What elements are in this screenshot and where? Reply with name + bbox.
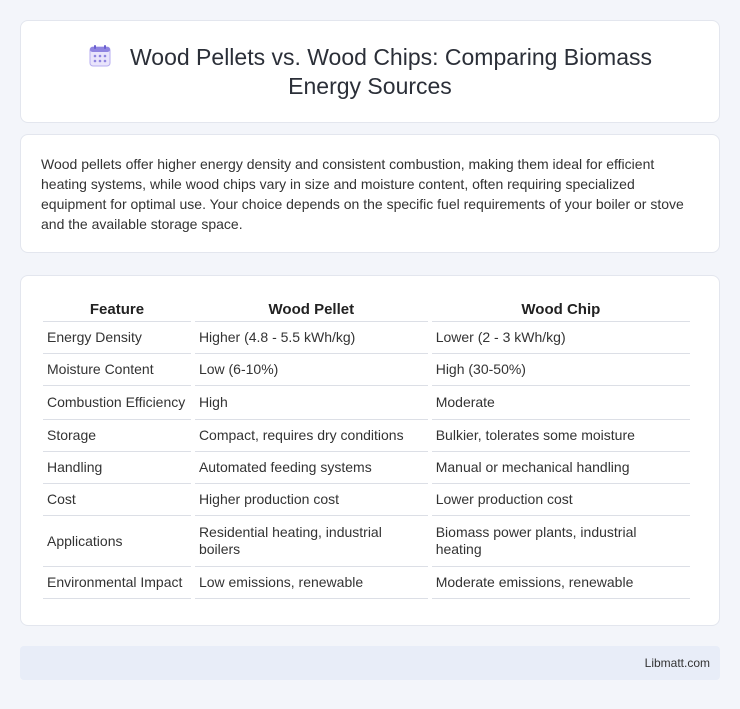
header-feature: Feature (43, 298, 191, 322)
header-wood-pellet: Wood Pellet (194, 298, 428, 322)
cell-feature: Storage (43, 420, 191, 452)
table-row: Applications Residential heating, indust… (43, 516, 690, 567)
calendar-icon (89, 44, 111, 66)
cell-wood-chip: High (30-50%) (431, 354, 690, 386)
page-title-text: Wood Pellets vs. Wood Chips: Comparing B… (130, 43, 652, 99)
cell-feature: Combustion Efficiency (43, 386, 191, 420)
comparison-table: Feature Wood Pellet Wood Chip Energy Den… (39, 298, 694, 599)
cell-wood-chip: Manual or mechanical handling (431, 452, 690, 484)
page-title: Wood Pellets vs. Wood Chips: Comparing B… (51, 43, 689, 101)
comparison-card: Feature Wood Pellet Wood Chip Energy Den… (20, 275, 720, 626)
table-header-row: Feature Wood Pellet Wood Chip (43, 298, 690, 322)
cell-wood-chip: Bulkier, tolerates some moisture (431, 420, 690, 452)
table-row: Storage Compact, requires dry conditions… (43, 420, 690, 452)
cell-wood-pellet: Low emissions, renewable (194, 567, 428, 599)
table-row: Combustion Efficiency High Moderate (43, 386, 690, 420)
table-row: Environmental Impact Low emissions, rene… (43, 567, 690, 599)
title-card: Wood Pellets vs. Wood Chips: Comparing B… (20, 20, 720, 123)
table-row: Cost Higher production cost Lower produc… (43, 484, 690, 516)
table-row: Energy Density Higher (4.8 - 5.5 kWh/kg)… (43, 322, 690, 354)
cell-wood-chip: Moderate (431, 386, 690, 420)
table-row: Moisture Content Low (6-10%) High (30-50… (43, 354, 690, 386)
footer: Libmatt.com (20, 646, 720, 680)
cell-wood-pellet: Low (6-10%) (194, 354, 428, 386)
cell-wood-chip: Moderate emissions, renewable (431, 567, 690, 599)
cell-wood-pellet: High (194, 386, 428, 420)
cell-wood-pellet: Higher (4.8 - 5.5 kWh/kg) (194, 322, 428, 354)
header-wood-chip: Wood Chip (431, 298, 690, 322)
cell-wood-chip: Lower (2 - 3 kWh/kg) (431, 322, 690, 354)
cell-feature: Moisture Content (43, 354, 191, 386)
cell-feature: Applications (43, 516, 191, 567)
cell-feature: Environmental Impact (43, 567, 191, 599)
cell-wood-pellet: Compact, requires dry conditions (194, 420, 428, 452)
footer-brand[interactable]: Libmatt.com (645, 656, 710, 670)
cell-feature: Cost (43, 484, 191, 516)
cell-wood-pellet: Automated feeding systems (194, 452, 428, 484)
cell-feature: Handling (43, 452, 191, 484)
intro-card: Wood pellets offer higher energy density… (20, 134, 720, 253)
intro-text: Wood pellets offer higher energy density… (41, 156, 684, 232)
page: Wood Pellets vs. Wood Chips: Comparing B… (0, 0, 740, 680)
cell-wood-chip: Lower production cost (431, 484, 690, 516)
cell-wood-pellet: Residential heating, industrial boilers (194, 516, 428, 567)
cell-wood-pellet: Higher production cost (194, 484, 428, 516)
cell-feature: Energy Density (43, 322, 191, 354)
table-row: Handling Automated feeding systems Manua… (43, 452, 690, 484)
cell-wood-chip: Biomass power plants, industrial heating (431, 516, 690, 567)
